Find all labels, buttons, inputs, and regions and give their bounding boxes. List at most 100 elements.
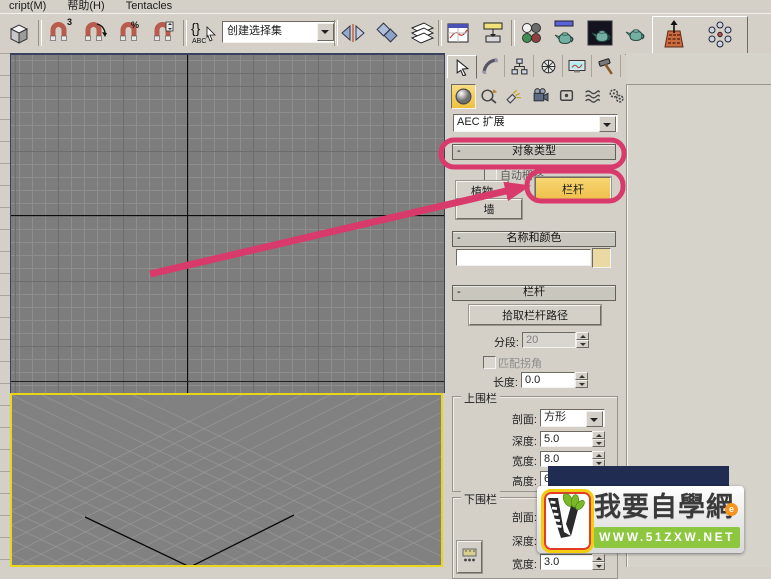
length-spinner[interactable] xyxy=(575,372,588,388)
autogrid-checkbox[interactable] xyxy=(484,168,497,181)
subcategory-dropdown[interactable]: AEC 扩展 xyxy=(453,114,618,132)
lower-width-field[interactable]: 3.0 xyxy=(540,554,596,570)
snap-3d-icon[interactable]: 3 xyxy=(44,17,74,48)
tab-motion[interactable] xyxy=(534,55,563,77)
segments-label: 分段: xyxy=(493,337,519,349)
lower-depth-label: 深度: xyxy=(511,536,537,548)
named-selection-set-dropdown[interactable]: 创建选择集 xyxy=(222,21,336,43)
rollout-object-type[interactable]: - 对象类型 xyxy=(452,144,616,160)
curve-editor-icon[interactable] xyxy=(443,18,473,48)
rollout-railing[interactable]: - 栏杆 xyxy=(452,285,616,301)
respect-corners-label: 匹配拐角 xyxy=(498,358,542,370)
tab-display[interactable] xyxy=(563,55,592,77)
plugin-toolbar-group xyxy=(652,16,748,54)
toolbar-separator xyxy=(511,20,515,46)
geometry-sphere-icon xyxy=(455,88,472,105)
svg-text:%: % xyxy=(131,20,139,30)
ring-array-icon[interactable] xyxy=(705,19,735,49)
modify-icon xyxy=(482,58,498,74)
width-label: 宽度: xyxy=(511,456,537,468)
object-color-swatch[interactable] xyxy=(592,248,611,268)
toolbar-separator xyxy=(38,20,42,46)
render-to-texture-icon[interactable] xyxy=(659,19,689,49)
mirror-icon[interactable] xyxy=(338,18,368,48)
grid-axis-horizontal xyxy=(11,215,444,216)
pivot-cube-icon[interactable] xyxy=(4,18,34,48)
wall-button[interactable]: 墙 xyxy=(456,199,522,219)
display-monitor-icon xyxy=(568,59,586,72)
grid-major-line xyxy=(11,381,444,382)
rollout-title: 栏杆 xyxy=(523,286,545,298)
lower-rail-title: 下围栏 xyxy=(461,491,500,507)
space-warps-icon xyxy=(585,90,601,103)
render-setup-icon[interactable] xyxy=(549,18,579,48)
category-helpers[interactable] xyxy=(555,84,578,107)
render-frame-icon[interactable] xyxy=(585,18,615,48)
category-cameras[interactable] xyxy=(529,84,552,107)
category-systems[interactable] xyxy=(605,84,628,107)
top-width-field[interactable]: 8.0 xyxy=(540,451,596,467)
utilities-hammer-icon xyxy=(597,57,613,75)
tab-create[interactable] xyxy=(447,55,477,79)
watermark-badge: e xyxy=(725,503,738,516)
window-left-strip xyxy=(0,53,10,567)
lower-rail-spacing-button[interactable] xyxy=(457,541,482,573)
tab-utilities[interactable] xyxy=(592,55,621,77)
material-editor-icon[interactable] xyxy=(516,18,546,48)
category-geometry[interactable] xyxy=(451,84,476,109)
top-width-spinner[interactable] xyxy=(592,451,605,467)
watermark-banner: 我要自學網 e WWW.51ZXW.NET xyxy=(537,486,744,553)
dropdown-arrow-icon[interactable] xyxy=(317,23,334,41)
schematic-view-icon[interactable] xyxy=(478,18,508,48)
rollout-name-color[interactable]: - 名称和颜色 xyxy=(452,231,616,247)
quick-render-icon[interactable] xyxy=(620,18,650,48)
height-label: 高度: xyxy=(511,476,537,488)
length-field[interactable]: 0.0 xyxy=(521,372,575,388)
main-toolbar: 3 % {} ABC 创建选择集 xyxy=(0,13,771,55)
perspective-viewport-active[interactable] xyxy=(10,393,443,567)
percent-snap-icon[interactable]: % xyxy=(114,18,144,48)
tab-modify[interactable] xyxy=(476,55,505,77)
shapes-icon xyxy=(481,89,497,104)
named-selection-set-value: 创建选择集 xyxy=(227,25,282,37)
grid-axis-vertical xyxy=(187,55,188,393)
toolbar-separator xyxy=(438,20,442,46)
segments-field[interactable]: 20 xyxy=(522,332,576,348)
lower-width-label: 宽度: xyxy=(511,559,537,571)
dropdown-arrow-icon[interactable] xyxy=(599,116,616,132)
lower-profile-label: 剖面: xyxy=(511,512,537,524)
systems-gears-icon xyxy=(609,89,624,103)
lights-flashlight-icon xyxy=(506,89,521,104)
rollout-title: 名称和颜色 xyxy=(506,232,562,244)
object-name-input[interactable] xyxy=(456,249,591,266)
home-grid-axes xyxy=(84,514,295,565)
category-space-warps[interactable] xyxy=(581,84,604,107)
respect-corners-checkbox[interactable] xyxy=(483,356,496,369)
top-depth-spinner[interactable] xyxy=(592,431,605,447)
top-depth-field[interactable]: 5.0 xyxy=(540,431,596,447)
align-icon[interactable] xyxy=(372,18,402,48)
menu-bar: cript(M) 帮助(H) Tentacles xyxy=(0,0,771,13)
named-selection-sets-icon[interactable]: {} ABC xyxy=(188,18,218,48)
top-rail-title: 上围栏 xyxy=(461,390,500,406)
motion-wheel-icon xyxy=(541,59,555,73)
menu-item-tentacles[interactable]: Tentacles xyxy=(117,0,181,13)
segments-spinner[interactable] xyxy=(576,332,589,348)
tab-hierarchy[interactable] xyxy=(505,55,534,77)
menu-item-maxscript[interactable]: cript(M) xyxy=(0,0,55,13)
railing-button[interactable]: 栏杆 xyxy=(535,177,611,201)
layer-manager-icon[interactable] xyxy=(407,18,437,48)
top-viewport[interactable] xyxy=(10,53,445,393)
angle-snap-icon[interactable] xyxy=(80,18,110,48)
spinner-snap-icon[interactable] xyxy=(148,18,178,48)
category-lights[interactable] xyxy=(503,84,526,107)
pick-railing-path-button[interactable]: 拾取栏杆路径 xyxy=(469,305,601,325)
category-shapes[interactable] xyxy=(477,84,500,107)
lower-width-spinner[interactable] xyxy=(592,554,605,570)
top-profile-dropdown[interactable]: 方形 xyxy=(540,409,605,427)
dropdown-arrow-icon[interactable] xyxy=(586,411,603,427)
length-label: 长度: xyxy=(492,377,518,389)
menu-item-help[interactable]: 帮助(H) xyxy=(58,0,113,13)
foliage-button[interactable]: 植物 xyxy=(456,181,508,201)
watermark-url: WWW.51ZXW.NET xyxy=(594,527,740,548)
